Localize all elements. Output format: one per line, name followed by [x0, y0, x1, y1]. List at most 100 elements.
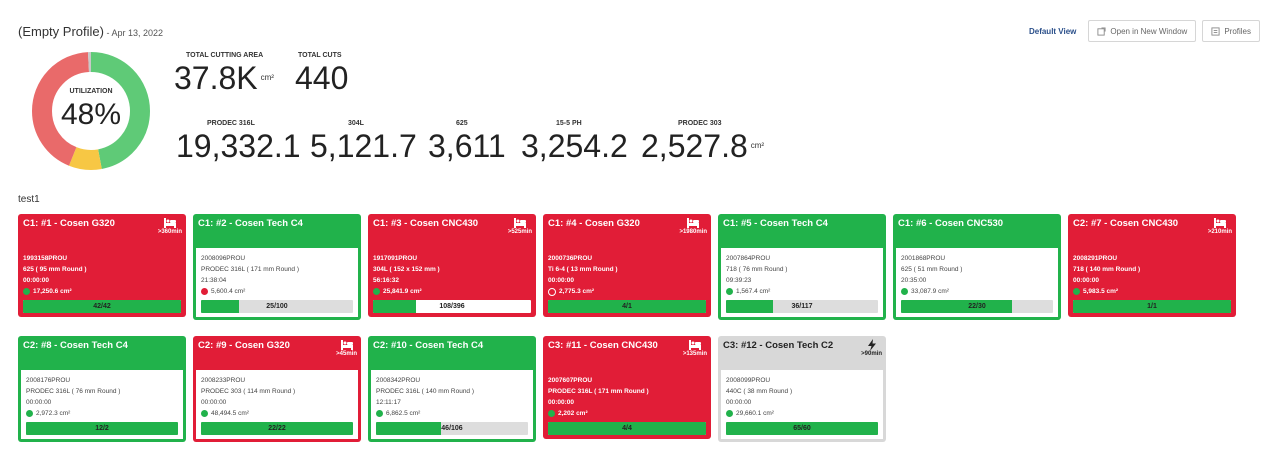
- card-header: C3: #11 - Cosen CNC430 >135min: [543, 336, 711, 370]
- progress-bar: 65/60: [726, 422, 878, 435]
- card-header: C1: #1 - Cosen G320 >360min: [18, 214, 186, 248]
- material-label-1: 304L: [348, 120, 364, 127]
- machine-card[interactable]: C2: #10 - Cosen Tech C4 2008342PROU PRODEC…: [368, 336, 536, 442]
- machine-card[interactable]: C1: #2 - Cosen Tech C4 2008096PROU PRODEC …: [193, 214, 361, 320]
- bed-icon: [163, 218, 176, 228]
- material-spec: Ti 6-4 ( 13 mm Round ): [548, 266, 618, 273]
- profile-name: (Empty Profile): [18, 24, 104, 39]
- status-dot-icon: [726, 410, 733, 417]
- profiles-label: Profiles: [1224, 26, 1251, 36]
- status-dot-icon: [1073, 288, 1080, 295]
- machine-card[interactable]: C3: #11 - Cosen CNC430 >135min 2007607PROU…: [543, 336, 711, 439]
- material-spec: 304L ( 152 x 152 mm ): [373, 266, 440, 273]
- card-header: C2: #8 - Cosen Tech C4: [18, 336, 186, 370]
- card-body: 2008176PROU PRODEC 316L ( 76 mm Round ) 00…: [21, 370, 183, 439]
- material-label-4: PRODEC 303: [678, 120, 722, 127]
- cut-area: 5,600.4 cm²: [201, 286, 353, 297]
- total-cuts-value: 440: [295, 60, 349, 96]
- material-spec: PRODEC 316L ( 140 mm Round ): [376, 388, 475, 395]
- status-dot-icon: [23, 288, 30, 295]
- cut-area-value: 5,983.5 cm²: [1083, 288, 1119, 295]
- power-badge: >90min: [861, 339, 882, 357]
- idle-duration: >525min: [507, 229, 532, 235]
- machine-card[interactable]: C3: #12 - Cosen Tech C2 >90min 2008099PROU…: [718, 336, 886, 442]
- cut-area-value: 33,087.9 cm²: [911, 288, 949, 295]
- machine-card[interactable]: C1: #6 - Cosen CNC530 2001868PROU 625 ( 51…: [893, 214, 1061, 320]
- cut-area: 6,862.5 cm²: [376, 408, 528, 419]
- idle-badge: >525min: [508, 217, 532, 235]
- machine-card[interactable]: C1: #1 - Cosen G320 >360min 1993158PROU 625…: [18, 214, 186, 317]
- progress-text: 4/4: [622, 425, 632, 432]
- job-number: 2007864PROU: [726, 255, 771, 262]
- machine-title: C3: #12 - Cosen Tech C2: [723, 340, 834, 351]
- progress-bar: 4/1: [548, 300, 706, 313]
- material-value-0: 19,332.1: [176, 128, 301, 164]
- card-body: 1917091PROU 304L ( 152 x 152 mm ) 56:16:32…: [368, 248, 536, 317]
- card-header: C2: #7 - Cosen CNC430 >210min: [1068, 214, 1236, 248]
- progress-text: 65/60: [793, 425, 811, 432]
- run-time: 20:35:00: [901, 277, 927, 284]
- cut-area-value: 17,250.6 cm²: [33, 288, 72, 295]
- open-new-window-label: Open in New Window: [1110, 26, 1188, 36]
- status-dot-icon: [376, 410, 383, 417]
- cut-area: 5,983.5 cm²: [1073, 286, 1231, 297]
- material-spec: 718 ( 140 mm Round ): [1073, 266, 1141, 273]
- card-body: 2008096PROU PRODEC 316L ( 171 mm Round ) 2…: [196, 248, 358, 317]
- machine-card[interactable]: C1: #4 - Cosen G320 >1980min 2000736PROU Ti…: [543, 214, 711, 317]
- status-dot-icon: [548, 410, 555, 417]
- status-dot-icon: [726, 288, 733, 295]
- material-number-4: 2,527.8: [641, 128, 748, 164]
- bed-icon: [688, 340, 701, 350]
- status-dot-icon: [901, 288, 908, 295]
- cut-area: 2,202 cm²: [548, 408, 706, 419]
- cut-area-value: 2,972.3 cm²: [36, 410, 71, 417]
- progress-text: 46/106: [441, 425, 463, 432]
- job-number: 2000736PROU: [548, 255, 593, 262]
- job-number: 2008096PROU: [201, 255, 246, 262]
- bolt-icon: [867, 339, 876, 351]
- card-body: 2008342PROU PRODEC 316L ( 140 mm Round ) 1…: [371, 370, 533, 439]
- open-new-window-button[interactable]: Open in New Window: [1088, 20, 1197, 42]
- run-time: 00:00:00: [23, 277, 50, 284]
- idle-duration: >135min: [682, 351, 707, 357]
- material-spec: 440C ( 38 mm Round ): [726, 388, 793, 395]
- idle-duration: >360min: [157, 229, 182, 235]
- machine-card[interactable]: C2: #9 - Cosen G320 >45min 2008233PROU PROD…: [193, 336, 361, 442]
- progress-text: 42/42: [93, 303, 111, 310]
- cut-area-value: 6,862.5 cm²: [386, 410, 421, 417]
- progress-bar: 22/30: [901, 300, 1053, 313]
- machine-card[interactable]: C2: #7 - Cosen CNC430 >210min 2008291PROU 7…: [1068, 214, 1236, 317]
- cut-area-value: 5,600.4 cm²: [211, 288, 246, 295]
- machine-title: C2: #9 - Cosen G320: [198, 340, 290, 351]
- header-actions: Default View Open in New Window Profiles: [1029, 20, 1260, 42]
- job-number: 2008291PROU: [1073, 255, 1118, 262]
- total-cutting-area-unit: cm²: [260, 73, 274, 82]
- card-body: 2008291PROU 718 ( 140 mm Round ) 00:00:00 5…: [1068, 248, 1236, 317]
- material-spec: 625 ( 51 mm Round ): [901, 266, 963, 273]
- cut-area: 33,087.9 cm²: [901, 286, 1053, 297]
- list-icon: [1211, 26, 1220, 36]
- machine-card[interactable]: C2: #8 - Cosen Tech C4 2008176PROU PRODEC …: [18, 336, 186, 442]
- job-number: 2008099PROU: [726, 377, 771, 384]
- section-title: test1: [18, 194, 40, 205]
- machine-card[interactable]: C1: #3 - Cosen CNC430 >525min 1917091PROU 3…: [368, 214, 536, 317]
- machine-title: C1: #6 - Cosen CNC530: [898, 218, 1004, 229]
- bed-icon: [340, 340, 353, 350]
- idle-duration: >1980min: [679, 229, 707, 235]
- idle-badge: >45min: [336, 339, 357, 357]
- card-body: 2001868PROU 625 ( 51 mm Round ) 20:35:00 33…: [896, 248, 1058, 317]
- cut-area-value: 29,660.1 cm²: [736, 410, 774, 417]
- material-value-4: 2,527.8 cm²: [641, 130, 764, 162]
- card-body: 1993158PROU 625 ( 95 mm Round ) 00:00:00 17…: [18, 248, 186, 317]
- idle-badge: >210min: [1208, 217, 1232, 235]
- default-view-link[interactable]: Default View: [1029, 27, 1076, 36]
- cut-area-value: 2,775.3 cm²: [559, 288, 595, 295]
- job-number: 2001868PROU: [901, 255, 946, 262]
- bed-icon: [687, 218, 700, 228]
- material-spec: 718 ( 76 mm Round ): [726, 266, 788, 273]
- material-value-2: 3,611: [428, 128, 506, 164]
- profiles-button[interactable]: Profiles: [1202, 20, 1260, 42]
- machine-title: C2: #7 - Cosen CNC430: [1073, 218, 1179, 229]
- machine-card[interactable]: C1: #5 - Cosen Tech C4 2007864PROU 718 ( 7…: [718, 214, 886, 320]
- card-header: C1: #5 - Cosen Tech C4: [718, 214, 886, 248]
